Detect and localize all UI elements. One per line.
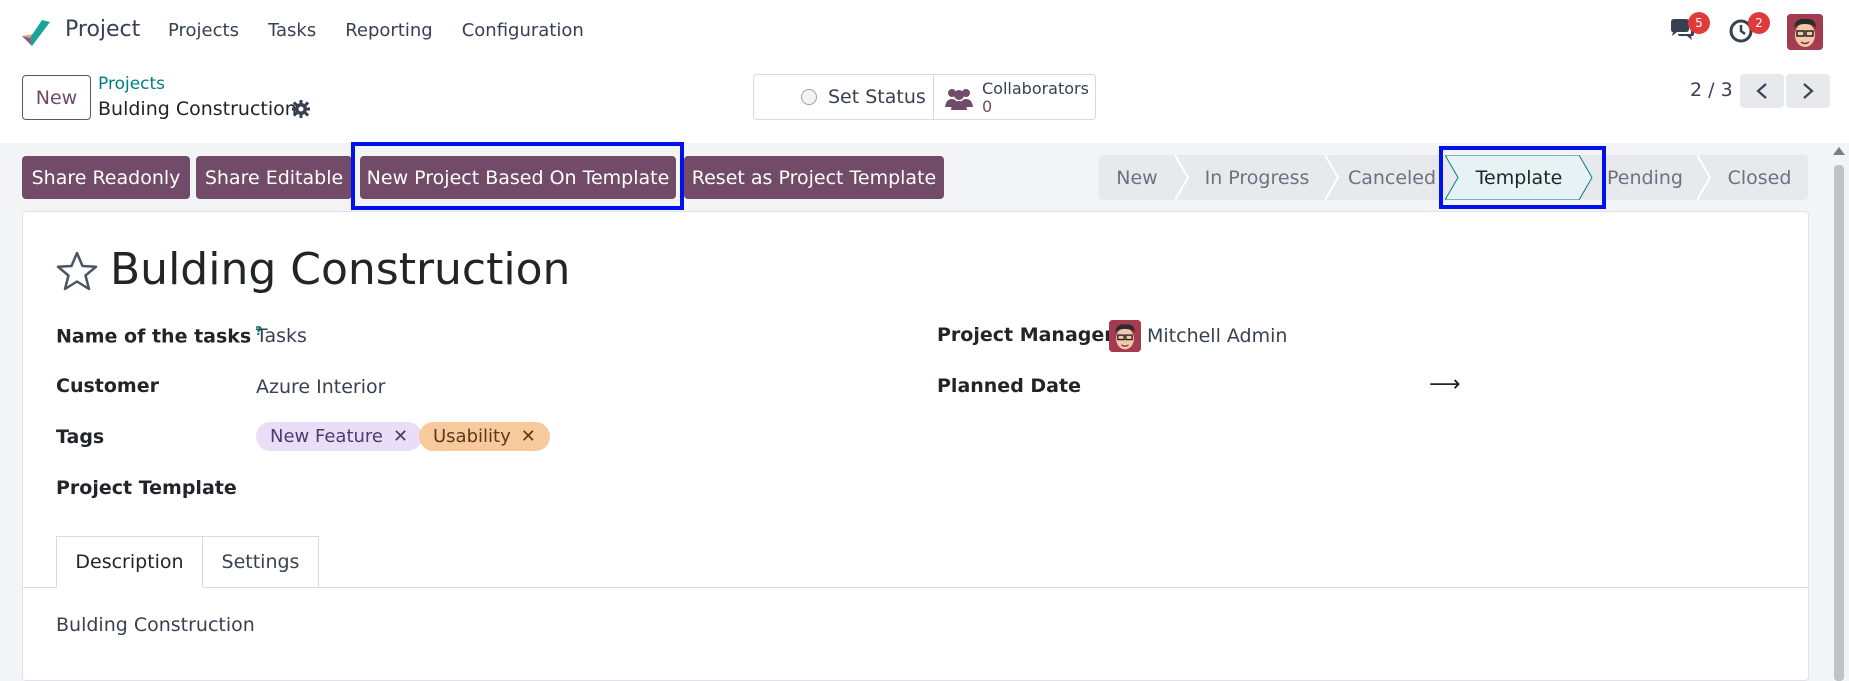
stage-in-progress[interactable]: In Progress (1189, 155, 1325, 200)
highlight-box-new-project (351, 142, 684, 210)
project-title[interactable]: Bulding Construction (110, 244, 570, 295)
highlight-box-template-stage (1439, 146, 1606, 209)
tab-settings[interactable]: Settings (203, 536, 319, 588)
tag-label: Usability (433, 426, 511, 447)
chevron-right-icon (1803, 83, 1814, 99)
status-radio-icon (801, 89, 817, 105)
tag-label: New Feature (270, 426, 384, 447)
stage-new[interactable]: New (1099, 155, 1175, 200)
status-and-collaborators: Set Status Collaborators 0 (753, 74, 1096, 120)
share-editable-button[interactable]: Share Editable (196, 156, 352, 199)
stage-pending[interactable]: Pending (1593, 155, 1697, 200)
gear-icon[interactable] (290, 98, 312, 120)
chevron-left-icon (1756, 83, 1767, 99)
pager-next-button[interactable] (1786, 74, 1830, 108)
name-of-tasks-field[interactable]: Tasks (256, 325, 307, 347)
customer-label: Customer (56, 375, 159, 397)
stage-separator-icon (1175, 155, 1189, 200)
stage-canceled[interactable]: Canceled (1339, 155, 1445, 200)
collaborators-count: 0 (982, 97, 993, 116)
tags-label: Tags (56, 426, 105, 448)
messages-badge: 5 (1688, 12, 1710, 34)
remove-tag-icon[interactable]: ✕ (521, 426, 536, 447)
pager-value[interactable]: 2 / 3 (1690, 79, 1733, 101)
name-of-tasks-label: Name of the tasks? (56, 324, 263, 348)
user-face-icon (1109, 320, 1141, 352)
project-manager-label: Project Manager (937, 324, 1114, 346)
remove-tag-icon[interactable]: ✕ (393, 426, 408, 447)
app-name[interactable]: Project (65, 17, 140, 42)
set-status-label: Set Status (828, 86, 926, 108)
planned-date-label: Planned Date (937, 375, 1081, 397)
scrollbar-thumb[interactable] (1834, 165, 1844, 681)
tab-description[interactable]: Description (56, 536, 203, 588)
user-face-icon (1787, 14, 1823, 50)
stage-closed[interactable]: Closed (1711, 155, 1808, 200)
messages-button[interactable]: 5 (1668, 12, 1710, 46)
menu-item-projects[interactable]: Projects (168, 20, 239, 41)
star-favorite-icon[interactable] (55, 250, 99, 292)
user-avatar[interactable] (1787, 14, 1823, 50)
menu-item-tasks[interactable]: Tasks (268, 20, 316, 41)
stage-separator-icon (1325, 155, 1339, 200)
menu-item-reporting[interactable]: Reporting (345, 20, 433, 41)
stage-separator-icon (1697, 155, 1711, 200)
new-record-button[interactable]: New (22, 75, 91, 120)
menu-item-configuration[interactable]: Configuration (462, 20, 584, 41)
customer-field[interactable]: Azure Interior (256, 376, 385, 398)
activities-button[interactable]: 2 (1728, 12, 1770, 46)
top-navbar: Project Projects Tasks Reporting Configu… (0, 0, 1849, 62)
breadcrumb-current: Bulding Construction (98, 98, 297, 120)
main-menu: Projects Tasks Reporting Configuration (168, 20, 613, 41)
reset-as-template-button[interactable]: Reset as Project Template (684, 156, 944, 199)
description-content[interactable]: Bulding Construction (56, 614, 255, 636)
date-range-arrow-icon: ⟶ (1429, 372, 1461, 397)
collaborators-button[interactable]: Collaborators 0 (934, 75, 1095, 119)
pager-previous-button[interactable] (1740, 74, 1784, 108)
project-template-label: Project Template (56, 477, 237, 499)
users-icon (945, 89, 973, 110)
scroll-up-arrow-icon[interactable] (1833, 147, 1845, 155)
collaborators-label: Collaborators (982, 79, 1089, 98)
breadcrumb-projects-link[interactable]: Projects (98, 74, 165, 94)
set-status-button[interactable]: Set Status (754, 75, 934, 119)
project-manager-avatar (1109, 320, 1141, 352)
share-readonly-button[interactable]: Share Readonly (22, 156, 190, 199)
project-app-logo-icon[interactable] (20, 16, 52, 48)
project-manager-field[interactable]: Mitchell Admin (1147, 325, 1287, 347)
tag-new-feature[interactable]: New Feature ✕ (256, 422, 423, 451)
tag-usability[interactable]: Usability ✕ (419, 422, 550, 451)
activities-badge: 2 (1748, 12, 1770, 34)
